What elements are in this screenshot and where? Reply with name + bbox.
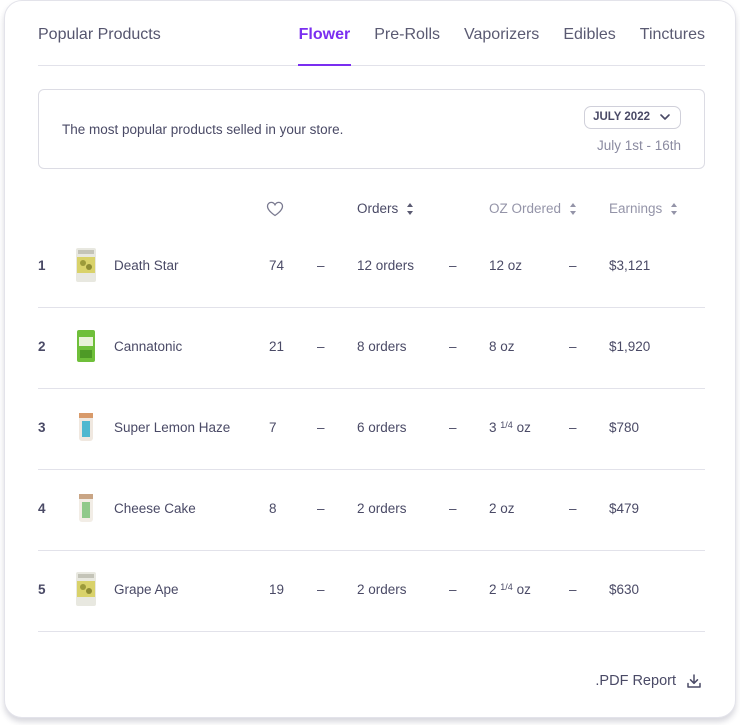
earnings-value: $780: [609, 420, 640, 435]
likes-count: 19: [269, 582, 285, 597]
rank: 1: [38, 258, 46, 273]
popular-products-card: Popular Products Flower Pre-Rolls Vapori…: [4, 0, 736, 718]
active-tab-indicator: [297, 64, 352, 66]
table-row[interactable]: 4 Cheese Cake 8 – 2 orders – 2 oz – $479: [38, 470, 705, 551]
tab-flower[interactable]: Flower: [297, 26, 352, 66]
product-name[interactable]: Cheese Cake: [114, 501, 196, 516]
product-thumbnail: [79, 494, 93, 522]
product-thumbnail: [77, 330, 95, 362]
product-thumbnail: [79, 413, 93, 441]
oz-ordered: 8 oz: [489, 339, 515, 354]
date-range: July 1st - 16th: [596, 138, 681, 153]
oz-ordered: 12 oz: [489, 258, 523, 273]
earnings-value: $630: [609, 582, 640, 597]
separator: –: [569, 339, 577, 354]
likes-count: 74: [269, 258, 285, 273]
separator: –: [449, 501, 457, 516]
table-row[interactable]: 3 Super Lemon Haze 7 – 6 orders – 3 1/4 …: [38, 389, 705, 470]
oz-ordered: 2 oz: [489, 501, 515, 516]
oz-ordered-column-header[interactable]: OZ Ordered: [489, 201, 577, 216]
product-thumbnail: [76, 572, 96, 606]
sort-icon: [407, 202, 414, 215]
product-name[interactable]: Grape Ape: [114, 582, 179, 597]
tab-pre-rolls[interactable]: Pre-Rolls: [374, 26, 440, 44]
product-name[interactable]: Death Star: [114, 258, 179, 273]
separator: –: [569, 501, 577, 516]
likes-column-header[interactable]: [266, 201, 284, 217]
card-title: Popular Products: [38, 26, 161, 43]
earnings-value: $1,920: [609, 339, 651, 354]
info-description: The most popular products selled in your…: [62, 122, 344, 137]
tab-edibles[interactable]: Edibles: [563, 26, 615, 44]
heart-icon: [266, 201, 284, 217]
sort-icon: [570, 202, 577, 215]
separator: –: [449, 420, 457, 435]
orders-count: 6 orders: [357, 420, 407, 435]
chevron-down-icon: [660, 114, 670, 120]
rank: 3: [38, 420, 46, 435]
info-box: The most popular products selled in your…: [38, 89, 705, 169]
tab-vaporizers[interactable]: Vaporizers: [464, 26, 539, 44]
separator: –: [449, 339, 457, 354]
separator: –: [449, 258, 457, 273]
likes-count: 21: [269, 339, 285, 354]
month-label: JULY 2022: [593, 111, 650, 123]
product-name[interactable]: Super Lemon Haze: [114, 420, 230, 435]
separator: –: [317, 339, 325, 354]
earnings-value: $3,121: [609, 258, 651, 273]
separator: –: [317, 582, 325, 597]
product-thumbnail: [76, 248, 96, 282]
sort-icon: [671, 202, 678, 215]
earnings-column-header[interactable]: Earnings: [609, 201, 678, 216]
orders-column-header[interactable]: Orders: [357, 201, 414, 216]
rank: 2: [38, 339, 46, 354]
product-name[interactable]: Cannatonic: [114, 339, 182, 354]
tab-tinctures[interactable]: Tinctures: [640, 26, 705, 44]
rank: 5: [38, 582, 46, 597]
likes-count: 7: [269, 420, 277, 435]
orders-count: 12 orders: [357, 258, 415, 273]
download-icon: [687, 674, 701, 688]
oz-ordered: 3 1/4 oz: [489, 420, 531, 435]
separator: –: [569, 582, 577, 597]
card-header: Popular Products Flower Pre-Rolls Vapori…: [38, 1, 705, 66]
separator: –: [569, 420, 577, 435]
table-row[interactable]: 1 Death Star 74 – 12 orders – 12 oz – $3…: [38, 227, 705, 308]
table-row[interactable]: 2 Cannatonic 21 – 8 orders – 8 oz – $1,9…: [38, 308, 705, 389]
orders-count: 8 orders: [357, 339, 407, 354]
month-selector[interactable]: JULY 2022: [584, 106, 681, 129]
pdf-report-button[interactable]: .PDF Report: [595, 673, 702, 689]
category-tabs: Flower Pre-Rolls Vaporizers Edibles Tinc…: [275, 26, 705, 66]
orders-count: 2 orders: [357, 501, 407, 516]
separator: –: [317, 501, 325, 516]
separator: –: [569, 258, 577, 273]
oz-ordered: 2 1/4 oz: [489, 582, 531, 597]
table-row[interactable]: 5 Grape Ape 19 – 2 orders – 2 1/4 oz – $…: [38, 551, 705, 632]
rank: 4: [38, 501, 46, 516]
separator: –: [449, 582, 457, 597]
separator: –: [317, 258, 325, 273]
likes-count: 8: [269, 501, 277, 516]
separator: –: [317, 420, 325, 435]
earnings-value: $479: [609, 501, 640, 516]
pdf-report-label: .PDF Report: [595, 673, 676, 689]
orders-count: 2 orders: [357, 582, 407, 597]
